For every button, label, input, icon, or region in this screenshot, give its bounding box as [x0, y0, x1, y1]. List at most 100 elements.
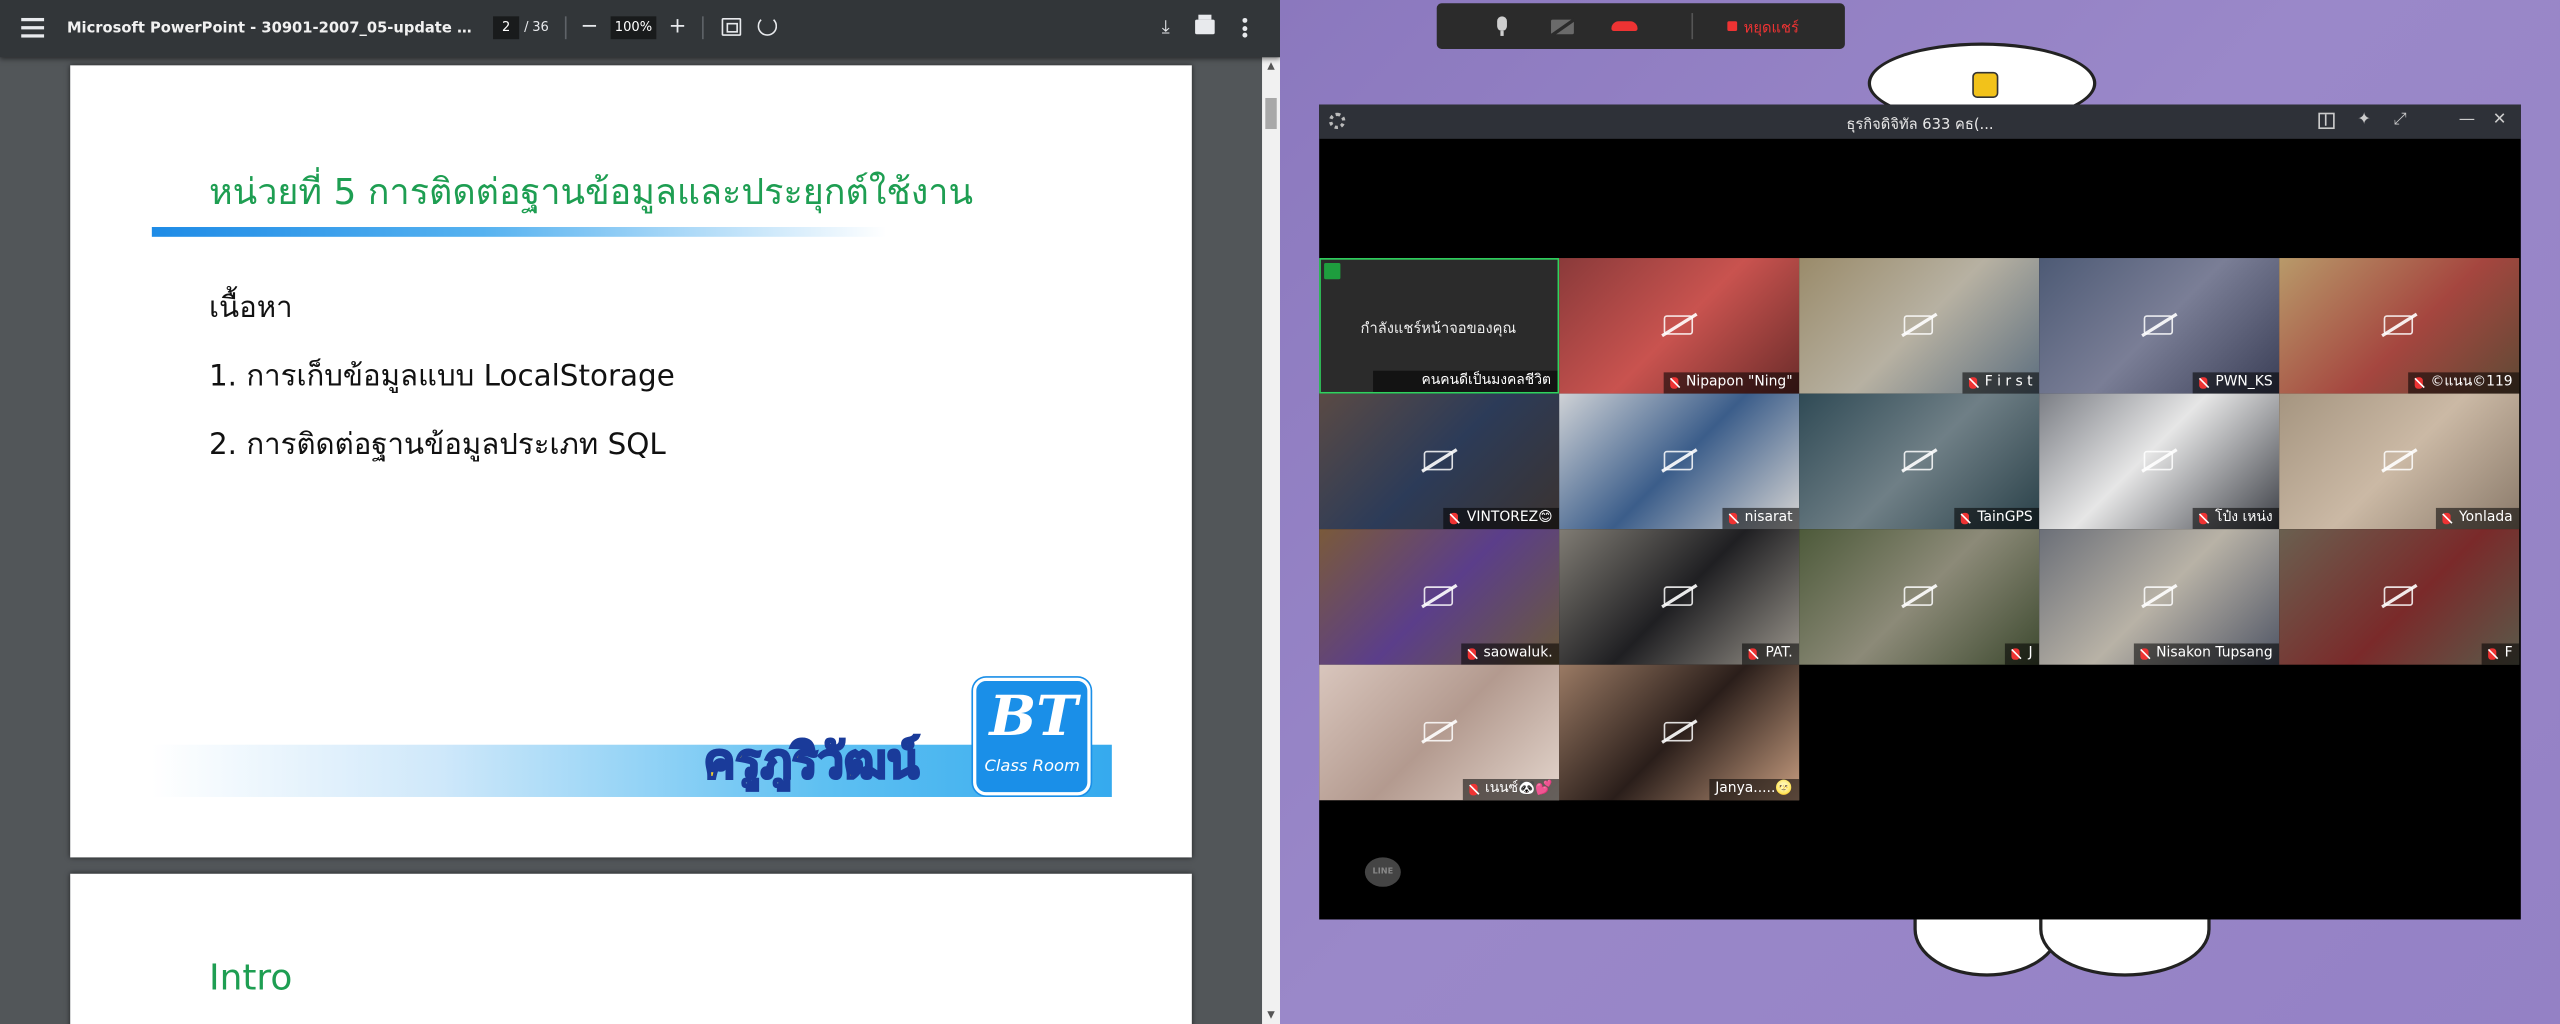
- zoom-in-button[interactable]: +: [666, 13, 689, 42]
- content-item: 1. การเก็บข้อมูลแบบ LocalStorage: [208, 359, 675, 394]
- camera-off-icon: [1663, 450, 1694, 471]
- muted-mic-icon: [2139, 648, 2148, 660]
- control-divider: [1691, 13, 1694, 40]
- close-icon[interactable]: ✕: [2490, 111, 2510, 131]
- participant-tile[interactable]: F: [2279, 529, 2520, 665]
- line-logo-icon: LINE: [1364, 857, 1401, 887]
- share-status-text: กำลังแชร์หน้าจอของคุณ: [1360, 321, 1517, 339]
- muted-mic-icon: [1968, 377, 1977, 389]
- classroom-logo: BT Class Room: [973, 677, 1091, 796]
- camera-off-icon: [2143, 315, 2174, 335]
- brand-name: ครูภูริวัฒน์: [702, 732, 920, 790]
- participant-tile[interactable]: Janya.....🌝: [1559, 664, 1800, 801]
- participant-name: F i r s t: [1961, 372, 2040, 394]
- page-total: 36: [532, 19, 549, 35]
- page-separator: /: [524, 19, 529, 35]
- participant-name: F: [2481, 643, 2520, 665]
- microphone-icon[interactable]: [1496, 16, 1509, 36]
- muted-mic-icon: [1728, 512, 1737, 525]
- camera-off-icon: [1423, 586, 1454, 606]
- document-title: Microsoft PowerPoint - 30901-2007_05-upd…: [66, 21, 475, 38]
- participant-tile[interactable]: PWN_KS: [2039, 258, 2280, 394]
- participant-name: ©แนน©119: [2407, 372, 2520, 394]
- participant-name: PWN_KS: [2192, 372, 2280, 394]
- muted-mic-icon: [1450, 512, 1459, 525]
- fit-page-icon[interactable]: [721, 17, 742, 36]
- screen-share-icon: [1324, 262, 1341, 280]
- muted-mic-icon: [2012, 648, 2021, 660]
- participant-name: saowaluk.: [1460, 643, 1560, 665]
- camera-off-icon[interactable]: [1551, 19, 1574, 35]
- muted-mic-icon: [1749, 648, 1758, 660]
- participant-tile[interactable]: TainGPS: [1799, 393, 2040, 530]
- camera-off-icon: [2143, 450, 2174, 471]
- page-number-input[interactable]: 2: [493, 16, 520, 40]
- participant-name: TainGPS: [1954, 507, 2040, 530]
- hang-up-icon[interactable]: [1611, 21, 1638, 32]
- muted-mic-icon: [2199, 377, 2208, 389]
- camera-off-icon: [1663, 586, 1694, 606]
- desktop-background: หยุดแชร์ ธุรกิจดิจิทัล 633 คธ(... ✦ ⤢ — …: [1279, 0, 2560, 1024]
- participant-name: Yonlada: [2436, 507, 2520, 530]
- participant-tile[interactable]: F i r s t: [1799, 258, 2040, 394]
- fullscreen-icon[interactable]: ⤢: [2390, 111, 2410, 131]
- camera-off-icon: [2383, 315, 2414, 335]
- participant-tile[interactable]: PAT.: [1559, 529, 1800, 665]
- zoom-level-input[interactable]: 100%: [610, 16, 657, 40]
- rotate-icon[interactable]: [757, 16, 778, 36]
- scroll-thumb[interactable]: [1265, 97, 1277, 130]
- camera-off-icon: [1903, 450, 1934, 471]
- menu-icon[interactable]: [21, 17, 45, 38]
- participant-name: PAT.: [1742, 643, 1800, 665]
- participant-tile[interactable]: J: [1799, 529, 2040, 665]
- participant-name: VINTOREZ😊: [1444, 507, 1560, 530]
- participant-tile[interactable]: Yonlada: [2279, 393, 2520, 530]
- minimize-icon[interactable]: —: [2457, 111, 2477, 131]
- participant-name: เนนซ์🐼💕: [1462, 779, 1560, 801]
- participant-name: Janya.....🌝: [1708, 779, 1800, 801]
- participant-tile[interactable]: เนนซ์🐼💕: [1319, 664, 1560, 801]
- call-group-title: ธุรกิจดิจิทัล 633 คธ(...: [1846, 117, 1994, 134]
- self-share-tile[interactable]: กำลังแชร์หน้าจอของคุณ คนคนดีเป็นมงคลชีวิ…: [1319, 258, 1560, 394]
- camera-off-icon: [1663, 315, 1694, 335]
- brand-banner: [151, 744, 1112, 797]
- slide-page-1: หน่วยที่ 5 การติดต่อฐานข้อมูลและประยุกต์…: [70, 65, 1192, 858]
- participant-tile[interactable]: Nipapon "Ning": [1559, 258, 1800, 394]
- participant-name: โป๋ง เหน่ง: [2192, 507, 2280, 530]
- pdf-viewer: Microsoft PowerPoint - 30901-2007_05-upd…: [0, 0, 1280, 1024]
- muted-mic-icon: [2198, 512, 2207, 525]
- more-options-icon[interactable]: [1242, 17, 1249, 38]
- scroll-down-arrow-icon[interactable]: ▼: [1265, 1009, 1276, 1020]
- camera-off-icon: [2143, 586, 2174, 606]
- muted-mic-icon: [1669, 377, 1678, 389]
- participant-tile[interactable]: ©แนน©119: [2279, 258, 2520, 394]
- camera-off-icon: [1903, 586, 1934, 606]
- toolbar-divider: [564, 16, 567, 40]
- slide-page-2: Intro: [70, 873, 1192, 1024]
- muted-mic-icon: [2414, 377, 2423, 389]
- participant-tile[interactable]: โป๋ง เหน่ง: [2039, 393, 2280, 530]
- camera-off-icon: [1423, 721, 1454, 742]
- layout-icon[interactable]: [2318, 112, 2335, 130]
- stop-share-icon[interactable]: [1727, 21, 1738, 32]
- participant-tile[interactable]: nisarat: [1559, 393, 1800, 530]
- pin-icon[interactable]: ✦: [2354, 111, 2374, 131]
- scroll-up-arrow-icon[interactable]: ▲: [1265, 60, 1276, 71]
- participant-grid: กำลังแชร์หน้าจอของคุณ คนคนดีเป็นมงคลชีวิ…: [1319, 258, 2521, 801]
- participant-name: Nipapon "Ning": [1663, 372, 1800, 394]
- participant-tile[interactable]: saowaluk.: [1319, 529, 1560, 665]
- participant-tile[interactable]: Nisakon Tupsang: [2039, 529, 2280, 665]
- stop-share-button[interactable]: หยุดแชร์: [1744, 16, 1799, 39]
- settings-gear-icon[interactable]: [1328, 112, 1346, 130]
- vertical-scrollbar[interactable]: ▲ ▼: [1262, 57, 1280, 1024]
- print-icon[interactable]: [1195, 14, 1215, 35]
- participant-tile[interactable]: VINTOREZ😊: [1319, 393, 1560, 530]
- pdf-toolbar: Microsoft PowerPoint - 30901-2007_05-upd…: [0, 0, 1280, 58]
- content-item: 2. การติดต่อฐานข้อมูลประเภท SQL: [208, 427, 666, 463]
- zoom-out-button[interactable]: −: [578, 13, 601, 42]
- logo-main-text: BT: [989, 684, 1078, 750]
- muted-mic-icon: [1961, 512, 1970, 525]
- camera-off-icon: [1423, 450, 1454, 471]
- download-icon[interactable]: ⤓: [1156, 16, 1176, 39]
- content-heading: เนื้อหา: [208, 290, 293, 326]
